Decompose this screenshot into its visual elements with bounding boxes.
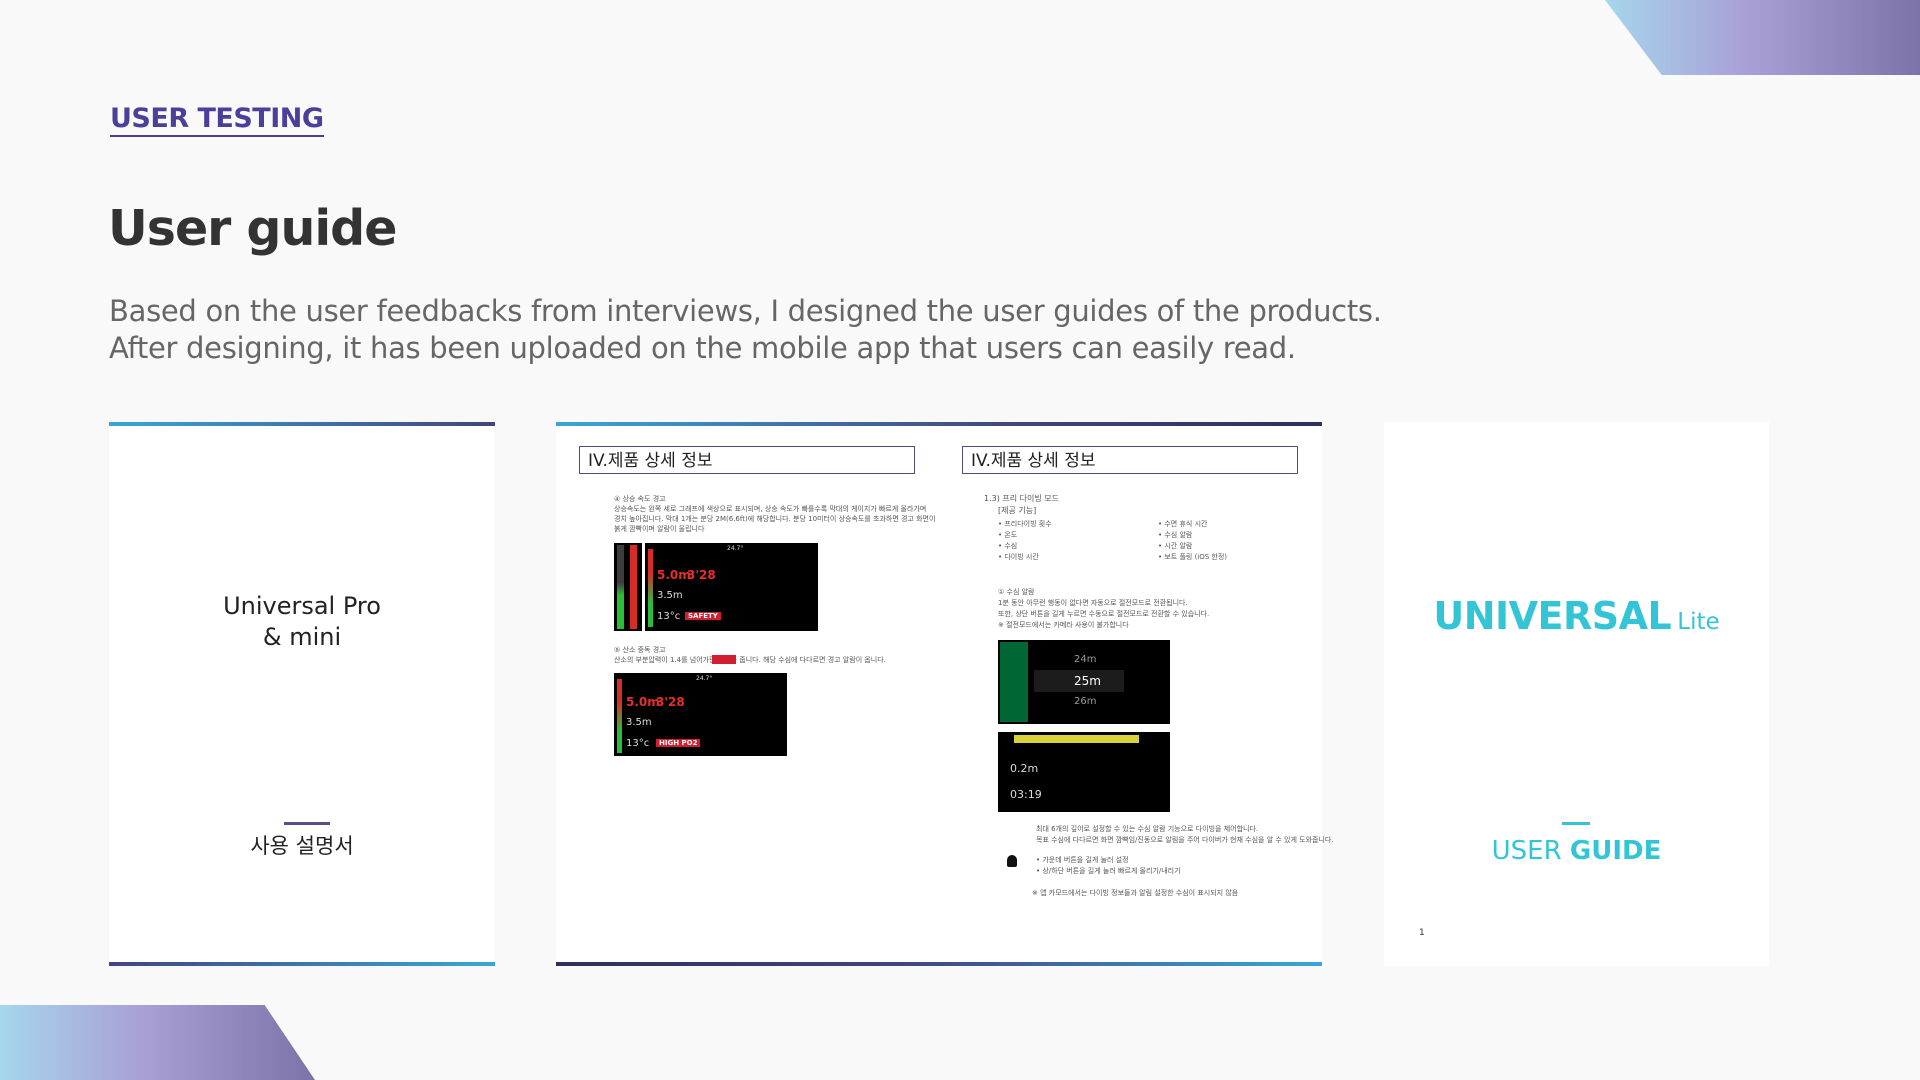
description-line-2: After designing, it has been uploaded on… <box>109 331 1296 365</box>
screen2-depth: 5.0m <box>626 695 660 709</box>
freedive-mode-title: 1.3) 프리 다이빙 모드 <box>984 494 1059 503</box>
screen1-clock: 24.7° <box>727 545 744 552</box>
screen2-alert: HIGH PO2 <box>656 739 701 747</box>
item2-highlight <box>712 655 736 664</box>
freedive-time: 03:19 <box>1010 788 1042 801</box>
alarm-desc-1: 최대 6개의 깊이로 설정할 수 있는 수심 알람 기능으로 다이빙을 제어합니… <box>1036 825 1259 833</box>
page-title: User guide <box>108 200 397 257</box>
freedive-screen: 0.2m 03:19 <box>998 732 1170 812</box>
corner-decoration-top-right <box>1605 0 1920 75</box>
feature-right-3: • 시간 알람 <box>1158 542 1193 550</box>
universal-lite-logo: UNIVERSAL Lite <box>1384 594 1769 638</box>
left-page-heading: IV.제품 상세 정보 <box>579 446 915 474</box>
bell-line-2: • 상/하단 버튼을 길게 눌러 빠르게 올리기/내리기 <box>1036 867 1181 875</box>
app-mode-note: ※ 앱 카모드에서는 다이빙 정보들과 알림 설정한 수심이 표시되지 않음 <box>1032 889 1239 897</box>
feature-left-4: • 다이빙 시간 <box>998 553 1039 561</box>
picker-value-1: 24m <box>1074 654 1097 665</box>
corner-decoration-bottom-left <box>0 1005 315 1080</box>
screen2-time: 3'28 <box>656 695 685 709</box>
screen2-temp: 13°c <box>626 738 650 749</box>
screen1-alert: SAFETY <box>685 612 721 620</box>
cover-title-line-2: & mini <box>262 623 342 651</box>
screen1-depth: 5.0m <box>657 568 691 582</box>
dive-screen-1: 24.7° 5.0m 3'28 3.5m 13°c SAFETY <box>645 543 818 631</box>
cover-title: Universal Pro & mini <box>109 591 495 653</box>
card-top-bar <box>556 422 1322 426</box>
item1-text-3: 붉게 깜빡이며 알람이 울립니다 <box>614 525 705 533</box>
feature-left-2: • 온도 <box>998 531 1018 539</box>
user-guide-label: USER GUIDE <box>1384 836 1769 866</box>
card-bottom-bar <box>109 962 495 966</box>
page-number: 1 <box>1419 928 1425 938</box>
logo-sub-text: Lite <box>1677 609 1720 635</box>
features-title: [제공 기능] <box>998 506 1037 515</box>
screen1-time: 3'28 <box>687 568 716 582</box>
item1-text-1: 상승속도는 왼쪽 세로 그래프에 색상으로 표시되며, 상승 속도가 빠를수록 … <box>614 505 927 513</box>
feature-left-3: • 수심 <box>998 542 1018 550</box>
feature-right-1: • 수면 휴식 시간 <box>1158 520 1208 528</box>
description-line-1: Based on the user feedbacks from intervi… <box>109 294 1382 328</box>
cover-card-universal-lite: UNIVERSAL Lite USER GUIDE 1 <box>1384 422 1769 966</box>
dive-screen-2: 24.7° 5.0m 3'28 3.5m 13°c HIGH PO2 <box>614 673 787 756</box>
screen2-sub-depth: 3.5m <box>626 717 652 728</box>
logo-main-text: UNIVERSAL <box>1433 594 1672 638</box>
alarm-desc-2: 목표 수심에 다다르면 화면 깜빡임/진동으로 알림을 주어 다이버가 현재 수… <box>1036 836 1334 844</box>
freedive-depth: 0.2m <box>1010 762 1039 775</box>
alarm-title: ① 수심 알람 <box>998 588 1035 596</box>
alarm-text-1: 1분 동안 아무런 행동이 없다면 자동으로 절전모드로 전환됩니다. <box>998 599 1188 607</box>
item2-text: 산소의 부분압력이 1.4를 넘어가면 알람을 줍니다. 해당 수심에 다다르면… <box>614 656 886 664</box>
manual-spread-card: IV.제품 상세 정보 ④ 상승 속도 경고 상승속도는 왼쪽 세로 그래프에 … <box>556 422 1334 966</box>
screen1-sub-depth: 3.5m <box>657 590 683 601</box>
ascent-gauge-image <box>614 543 642 631</box>
picker-value-3: 26m <box>1074 696 1097 707</box>
bell-icon <box>1007 855 1017 867</box>
alarm-text-2: 또한, 상단 버튼을 길게 누르면 수동으로 절전모드로 전환할 수 있습니다. <box>998 610 1210 618</box>
cover-card-universal-pro: Universal Pro & mini 사용 설명서 <box>109 422 495 966</box>
alarm-text-3: ※ 절전모드에서는 카메라 사용이 불가합니다 <box>998 621 1129 629</box>
card-top-bar <box>109 422 495 426</box>
guide-light-text: USER <box>1491 836 1562 866</box>
description: Based on the user feedbacks from intervi… <box>109 293 1382 367</box>
bell-line-1: • 가운데 버튼을 길게 눌러 설정 <box>1036 856 1129 864</box>
picker-value-2: 25m <box>1074 674 1101 688</box>
item1-text-2: 경치 높아집니다. 막대 1개는 분당 2M(6.6ft)에 해당합니다. 분당… <box>614 515 936 523</box>
right-page-heading: IV.제품 상세 정보 <box>962 446 1298 474</box>
section-label: USER TESTING <box>110 103 324 137</box>
feature-right-2: • 수심 알람 <box>1158 531 1193 539</box>
depth-picker-screen: 24m 25m 26m <box>998 640 1170 724</box>
guide-bold-text: GUIDE <box>1569 836 1662 866</box>
feature-left-1: • 프리다이빙 횟수 <box>998 520 1052 528</box>
screen2-clock: 24.7° <box>696 675 713 682</box>
card-bottom-bar <box>556 962 1322 966</box>
item1-title: ④ 상승 속도 경고 <box>614 495 666 503</box>
cover-subtitle: 사용 설명서 <box>250 834 354 858</box>
cover-title-line-1: Universal Pro <box>223 592 381 620</box>
item2-title: ⑤ 산소 중독 경고 <box>614 646 666 654</box>
cover-divider <box>284 822 330 825</box>
guide-divider <box>1562 822 1590 825</box>
feature-right-4: • 보트 플링 (iOS 한정) <box>1158 553 1228 561</box>
screen1-temp: 13°c <box>657 611 681 622</box>
